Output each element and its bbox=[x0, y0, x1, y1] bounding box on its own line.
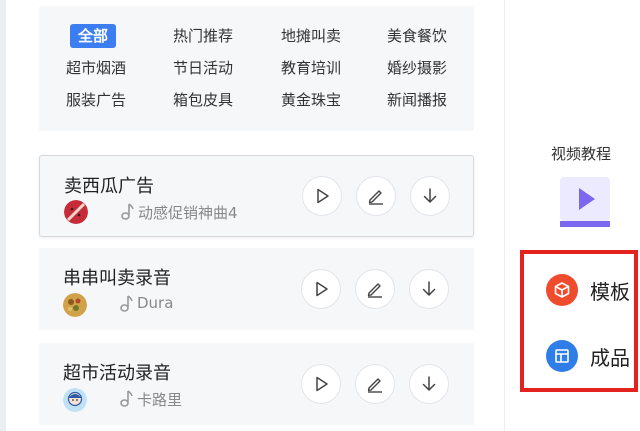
music-name: 动感促销神曲4 bbox=[138, 204, 238, 222]
category-education[interactable]: 教育培训 bbox=[281, 56, 341, 80]
category-clothing-ad[interactable]: 服装广告 bbox=[66, 88, 126, 112]
edit-icon bbox=[368, 190, 383, 205]
avatar bbox=[63, 388, 87, 412]
download-icon bbox=[422, 281, 436, 296]
play-button[interactable] bbox=[301, 364, 341, 404]
edit-button[interactable] bbox=[356, 176, 396, 216]
category-filter: 全部 热门推荐 地摊叫卖 美食餐饮 超市烟酒 节日活动 教育培训 婚纱摄影 服装… bbox=[39, 6, 474, 131]
audio-card[interactable]: 卖西瓜广告 动感促销神曲4 bbox=[39, 155, 474, 237]
audio-card[interactable]: 超市活动录音 卡路里 bbox=[39, 343, 474, 425]
product-label: 成品 bbox=[590, 345, 630, 370]
product-icon bbox=[546, 340, 578, 372]
audio-library-panel: 全部 热门推荐 地摊叫卖 美食餐饮 超市烟酒 节日活动 教育培训 婚纱摄影 服装… bbox=[6, 0, 504, 431]
category-supermarket[interactable]: 超市烟酒 bbox=[66, 56, 126, 80]
play-button[interactable] bbox=[301, 269, 341, 309]
edit-icon bbox=[367, 378, 382, 393]
play-button[interactable] bbox=[302, 176, 342, 216]
audio-title: 串串叫卖录音 bbox=[63, 268, 171, 289]
music-note-icon bbox=[121, 203, 134, 220]
category-all[interactable]: 全部 bbox=[70, 24, 117, 48]
category-bags-leather[interactable]: 箱包皮具 bbox=[173, 88, 233, 112]
edit-button[interactable] bbox=[355, 269, 395, 309]
music-name: Dura bbox=[137, 294, 174, 312]
template-icon bbox=[546, 274, 578, 306]
category-festival[interactable]: 节日活动 bbox=[173, 56, 233, 80]
edit-button[interactable] bbox=[355, 364, 395, 404]
download-button[interactable] bbox=[409, 269, 449, 309]
category-gold-jewelry[interactable]: 黄金珠宝 bbox=[281, 88, 341, 112]
play-icon bbox=[316, 281, 328, 297]
play-icon bbox=[316, 376, 328, 392]
category-news-broadcast[interactable]: 新闻播报 bbox=[387, 88, 447, 112]
category-food-dining[interactable]: 美食餐饮 bbox=[387, 24, 447, 48]
music-note-icon bbox=[120, 390, 133, 407]
avatar bbox=[63, 293, 87, 317]
audio-title: 超市活动录音 bbox=[63, 363, 171, 384]
highlight-box: 模板 成品 bbox=[520, 250, 638, 392]
music-note-icon bbox=[120, 295, 133, 312]
download-button[interactable] bbox=[410, 176, 450, 216]
music-name: 卡路里 bbox=[137, 391, 183, 409]
app-root: 全部 热门推荐 地摊叫卖 美食餐饮 超市烟酒 节日活动 教育培训 婚纱摄影 服装… bbox=[0, 0, 640, 431]
category-hot-recommend[interactable]: 热门推荐 bbox=[173, 24, 233, 48]
product-button[interactable]: 成品 bbox=[546, 340, 630, 372]
download-icon bbox=[423, 188, 437, 203]
template-button[interactable]: 模板 bbox=[546, 274, 630, 306]
download-button[interactable] bbox=[409, 364, 449, 404]
audio-card[interactable]: 串串叫卖录音 Dura bbox=[39, 248, 474, 330]
play-icon bbox=[317, 188, 329, 204]
category-wedding-photo[interactable]: 婚纱摄影 bbox=[387, 56, 447, 80]
edit-icon bbox=[367, 283, 382, 298]
template-label: 模板 bbox=[590, 279, 630, 304]
audio-title: 卖西瓜广告 bbox=[64, 176, 154, 197]
video-tutorial-icon[interactable] bbox=[559, 176, 611, 228]
category-street-vendor[interactable]: 地摊叫卖 bbox=[281, 24, 341, 48]
download-icon bbox=[422, 376, 436, 391]
avatar bbox=[64, 200, 88, 224]
video-tutorial-label[interactable]: 视频教程 bbox=[551, 143, 611, 164]
